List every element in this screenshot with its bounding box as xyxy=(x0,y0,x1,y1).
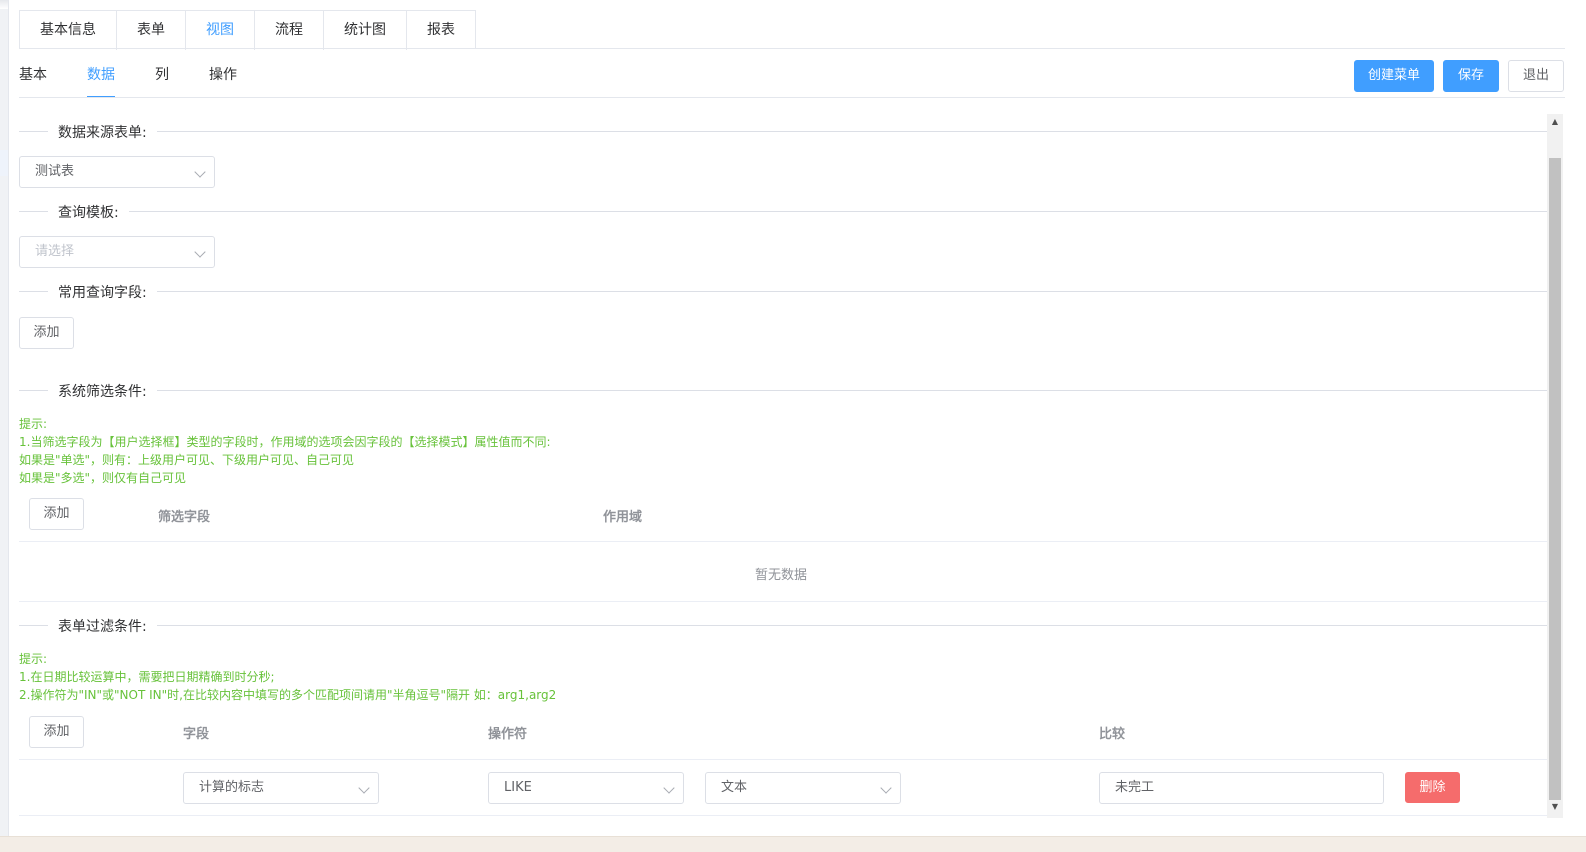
hint-line: 如果是"多选"，则仅有自己可见 xyxy=(19,471,187,485)
sub-tabs: 基本 数据 列 操作 xyxy=(19,60,277,98)
hint-line: 如果是"单选"，则有：上级用户可见、下级用户可见、自己可见 xyxy=(19,453,355,467)
save-button[interactable]: 保存 xyxy=(1443,60,1499,92)
tab-flow[interactable]: 流程 xyxy=(255,11,324,50)
subtab-columns[interactable]: 列 xyxy=(155,60,169,98)
table-bottom-divider xyxy=(19,601,1547,602)
left-edge-marker xyxy=(0,150,8,176)
subtab-data[interactable]: 数据 xyxy=(87,60,115,98)
data-source-divider xyxy=(19,131,1547,132)
top-tabs: 基本信息 表单 视图 流程 统计图 报表 xyxy=(19,10,476,50)
form-filter-divider xyxy=(19,625,1547,626)
hint-line: 2.操作符为"IN"或"NOT IN"时,在比较内容中填写的多个匹配项间请用"半… xyxy=(19,688,557,702)
query-template-select[interactable]: 请选择 xyxy=(19,236,215,268)
data-source-select[interactable]: 测试表 xyxy=(19,156,215,188)
form-filter-hint: 提示: 1.在日期比较运算中，需要把日期精确到时分秒; 2.操作符为"IN"或"… xyxy=(19,650,556,704)
operator-select-value: LIKE xyxy=(504,780,532,795)
scroll-up-icon[interactable]: ▲ xyxy=(1547,115,1563,129)
common-query-divider xyxy=(19,291,1547,292)
tab-form[interactable]: 表单 xyxy=(117,11,186,50)
column-header-filter-field: 筛选字段 xyxy=(158,510,211,525)
empty-state-text: 暂无数据 xyxy=(755,568,808,583)
form-filter-title: 表单过滤条件: xyxy=(48,616,157,636)
query-template-title: 查询模板: xyxy=(48,202,129,222)
system-filter-hint: 提示: 1.当筛选字段为【用户选择框】类型的字段时，作用域的选项会因字段的【选择… xyxy=(19,415,551,487)
compare-value-input[interactable]: 未完工 xyxy=(1099,772,1384,804)
table-bottom-divider xyxy=(19,815,1547,816)
hint-line: 提示: xyxy=(19,417,48,431)
data-source-title: 数据来源表单: xyxy=(48,122,157,142)
chevron-down-icon xyxy=(880,782,892,794)
value-type-select[interactable]: 文本 xyxy=(705,772,901,804)
table-header-divider xyxy=(19,541,1547,542)
column-header-compare: 比较 xyxy=(1099,727,1126,742)
top-tabs-divider xyxy=(19,48,1565,49)
operator-select[interactable]: LIKE xyxy=(488,772,684,804)
field-select-value: 计算的标志 xyxy=(199,780,265,795)
column-header-field: 字段 xyxy=(183,727,210,742)
subtab-basic[interactable]: 基本 xyxy=(19,60,47,98)
sub-tabs-divider xyxy=(19,97,1565,98)
scrollbar-thumb[interactable] xyxy=(1549,158,1561,800)
form-filter-add-button[interactable]: 添加 xyxy=(29,716,84,748)
scroll-down-icon[interactable]: ▼ xyxy=(1547,800,1563,814)
chevron-down-icon xyxy=(194,246,206,258)
query-template-divider xyxy=(19,211,1547,212)
subtab-actions[interactable]: 操作 xyxy=(209,60,237,98)
common-query-title: 常用查询字段: xyxy=(48,282,157,302)
hint-line: 提示: xyxy=(19,652,48,666)
table-header-divider xyxy=(19,759,1547,760)
tab-chart[interactable]: 统计图 xyxy=(324,11,407,50)
system-filter-title: 系统筛选条件: xyxy=(48,381,157,401)
field-select[interactable]: 计算的标志 xyxy=(183,772,379,804)
chevron-down-icon xyxy=(358,782,370,794)
data-source-value: 测试表 xyxy=(35,164,75,179)
tab-view[interactable]: 视图 xyxy=(186,11,255,50)
common-query-add-button[interactable]: 添加 xyxy=(19,317,74,349)
system-filter-add-button[interactable]: 添加 xyxy=(29,498,84,530)
delete-row-button[interactable]: 删除 xyxy=(1405,772,1460,803)
chevron-down-icon xyxy=(663,782,675,794)
query-template-placeholder: 请选择 xyxy=(35,244,75,259)
tab-basic-info[interactable]: 基本信息 xyxy=(20,11,117,50)
hint-line: 1.当筛选字段为【用户选择框】类型的字段时，作用域的选项会因字段的【选择模式】属… xyxy=(19,435,551,449)
hint-line: 1.在日期比较运算中，需要把日期精确到时分秒; xyxy=(19,670,275,684)
bottom-strip xyxy=(0,836,1586,852)
chevron-down-icon xyxy=(194,166,206,178)
value-type-select-value: 文本 xyxy=(721,780,748,795)
exit-button[interactable]: 退出 xyxy=(1508,60,1564,92)
create-menu-button[interactable]: 创建菜单 xyxy=(1354,60,1434,92)
column-header-operator: 操作符 xyxy=(488,727,528,742)
system-filter-divider xyxy=(19,390,1547,391)
tab-report[interactable]: 报表 xyxy=(407,11,475,50)
column-header-scope: 作用域 xyxy=(603,510,643,525)
